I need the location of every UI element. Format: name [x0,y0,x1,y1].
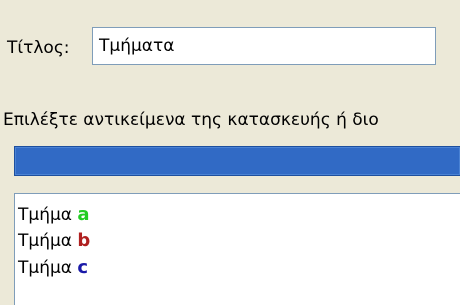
segment-letter: a [77,204,90,225]
list-item[interactable]: Τμήμα c [18,255,88,281]
list-item-label: Τμήμα [18,258,72,278]
list-item-label: Τμήμα [18,231,72,251]
title-label: Τίτλος: [7,38,70,58]
segment-letter: b [77,230,91,251]
objects-list[interactable]: Τμήμα a Τμήμα b Τμήμα c [14,193,460,305]
segment-letter: c [77,257,89,278]
list-item[interactable]: Τμήμα b [18,228,90,254]
selected-objects-field[interactable] [14,146,460,176]
list-item-label: Τμήμα [18,205,72,225]
list-item[interactable]: Τμήμα a [18,202,90,228]
segments-dialog-panel: Τίτλος: Τμήματα Επιλέξτε αντικείμενα της… [0,0,460,305]
title-input[interactable]: Τμήματα [92,27,436,65]
instruction-text: Επιλέξτε αντικείμενα της κατασκευής ή δι… [3,110,379,130]
